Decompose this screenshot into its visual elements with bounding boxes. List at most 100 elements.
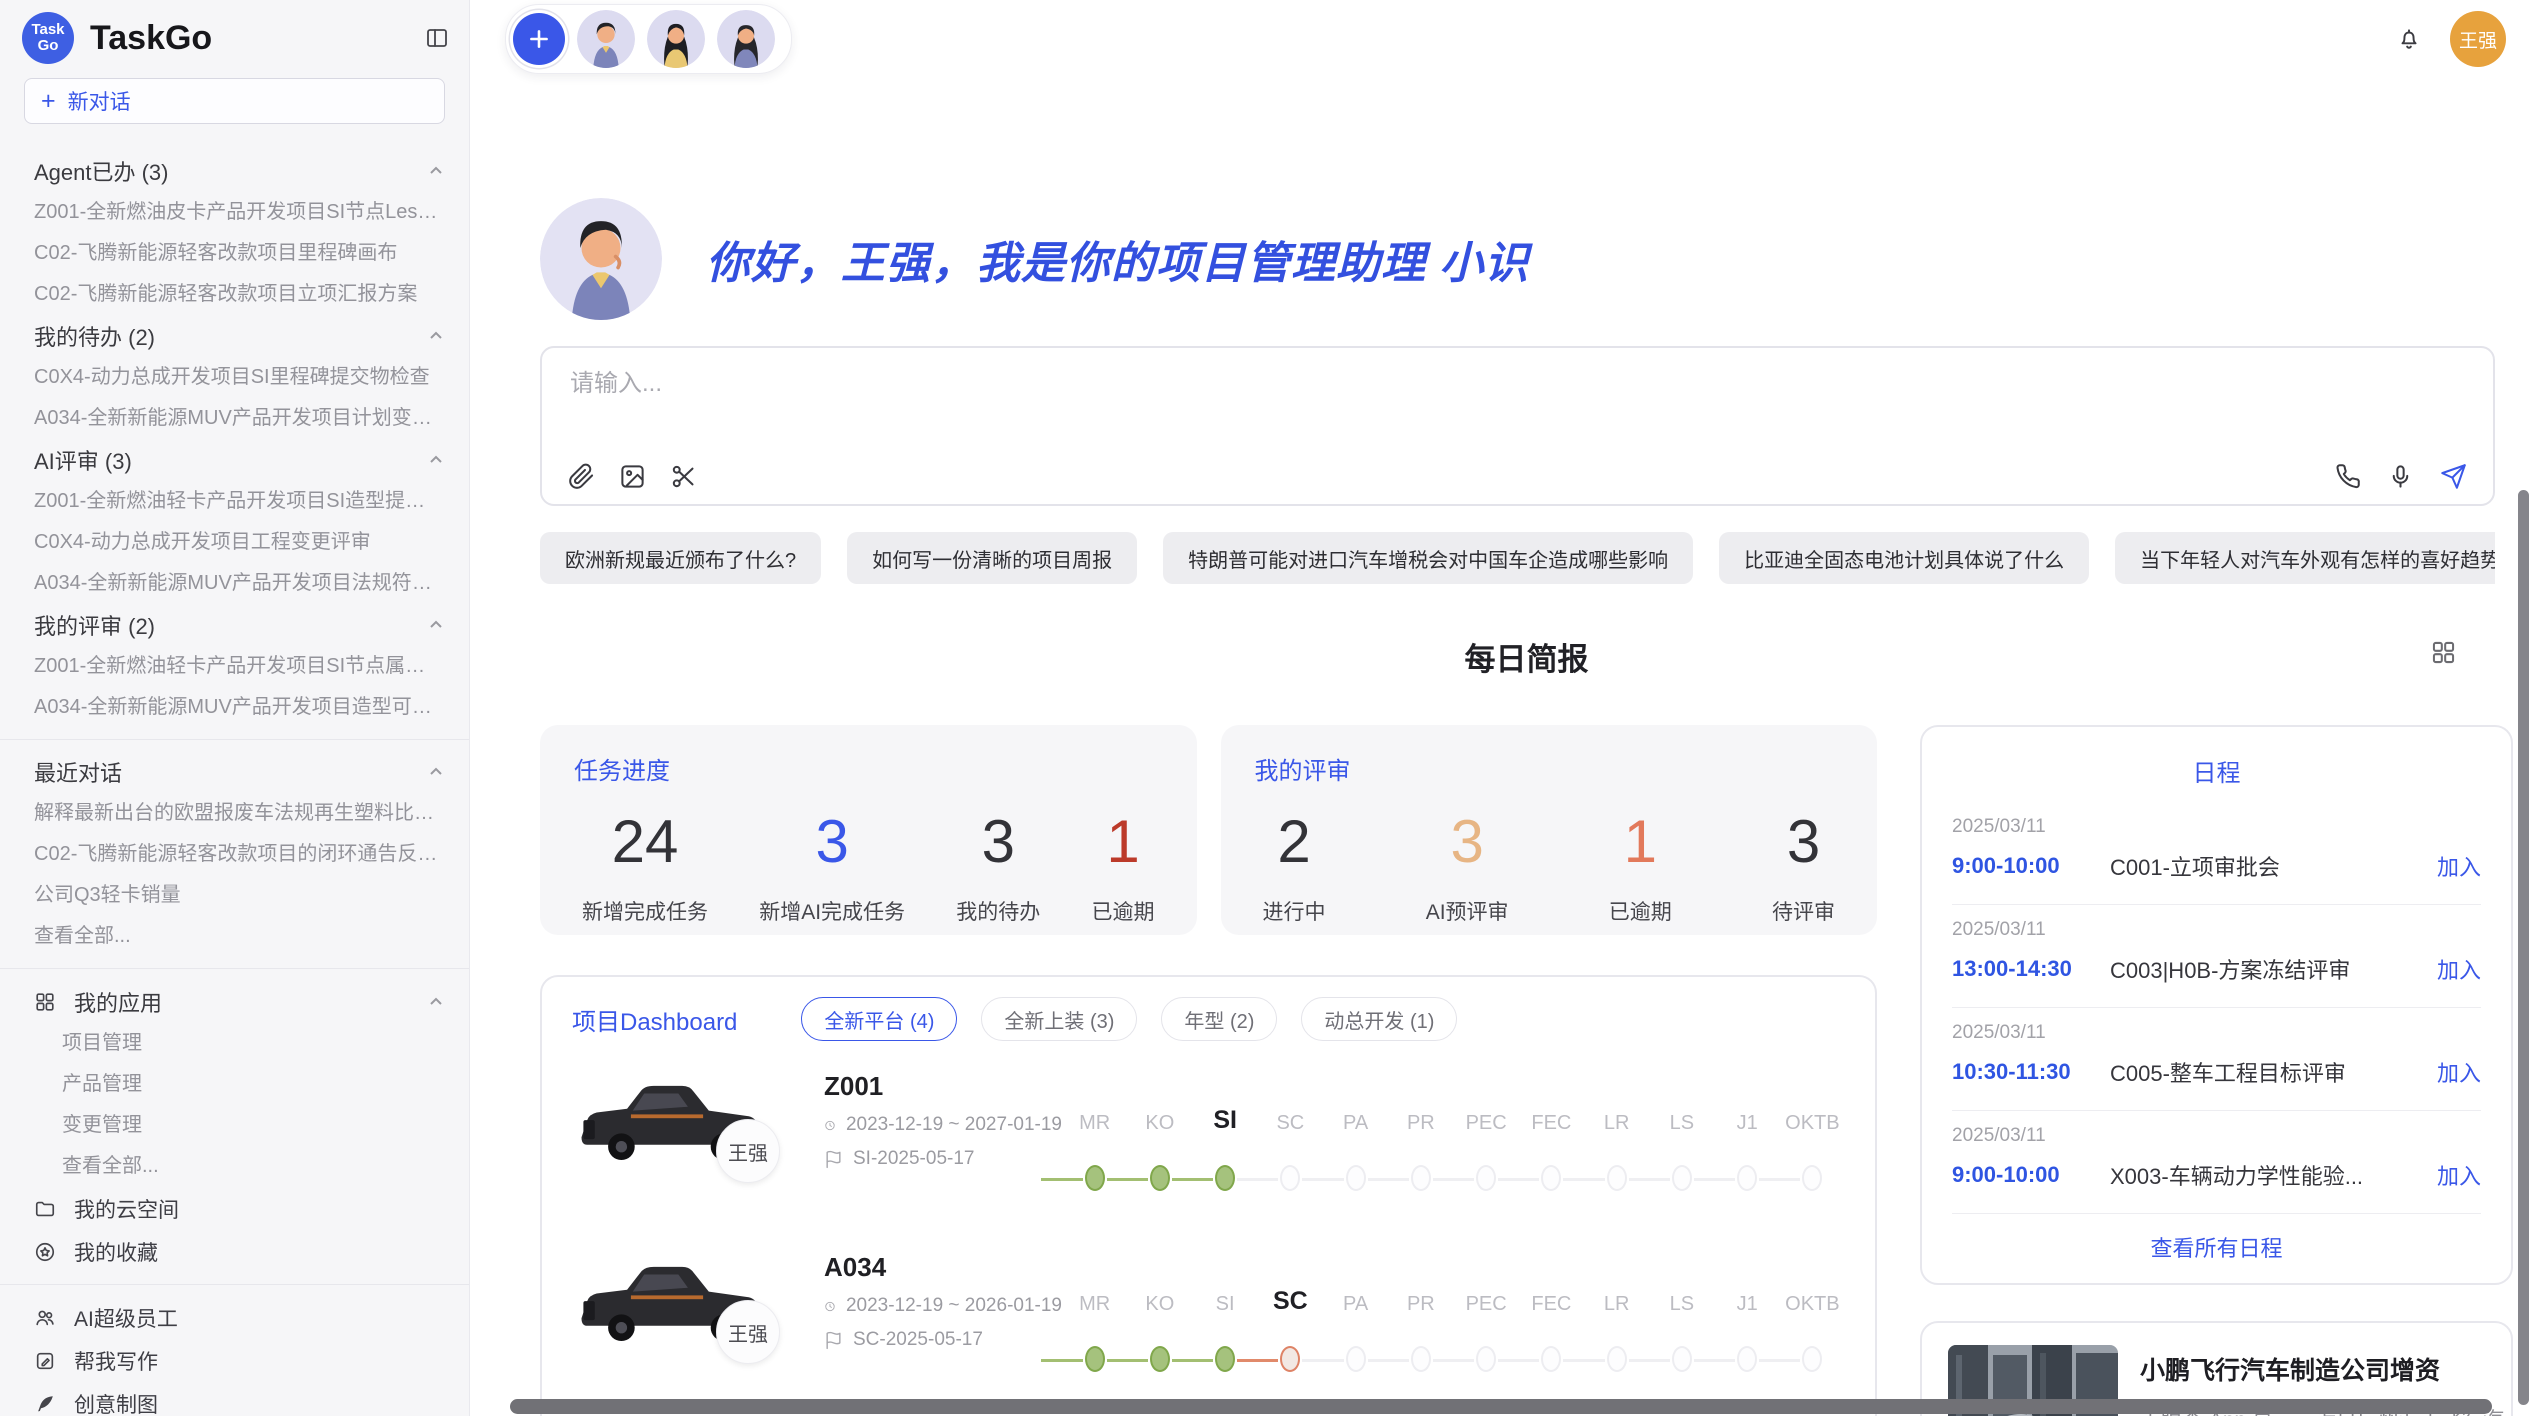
- milestone-label: FEC: [1531, 1286, 1571, 1316]
- milestone-dot: [1085, 1165, 1105, 1191]
- sidebar-item-favorites[interactable]: 我的收藏: [0, 1230, 469, 1273]
- milestone-track: MR KO: [1062, 1286, 1845, 1372]
- dashboard-filter-tab[interactable]: 全新平台 (4): [801, 997, 957, 1041]
- sidebar-task-item[interactable]: C02-飞腾新能源轻客改款项目立项汇报方案: [0, 274, 469, 315]
- write-doc-icon: [34, 1350, 56, 1372]
- milestone-label: PEC: [1466, 1286, 1507, 1316]
- suggestion-chip[interactable]: 如何写一份清晰的项目周报: [847, 532, 1137, 584]
- schedule-meeting-name: C005-整车工程目标评审: [2110, 1056, 2425, 1088]
- recent-chat-item[interactable]: 解释最新出台的欧盟报废车法规再生塑料比例被调至15%...: [0, 793, 469, 834]
- sidebar-task-item[interactable]: C0X4-动力总成开发项目SI里程碑提交物检查: [0, 357, 469, 398]
- sidebar-section-title: Agent已办 (3): [34, 155, 427, 187]
- notification-bell-icon[interactable]: [2396, 26, 2422, 52]
- suggestion-chip[interactable]: 欧洲新规最近颁布了什么?: [540, 532, 821, 584]
- suggestion-chip[interactable]: 比亚迪全固态电池计划具体说了什么: [1719, 532, 2089, 584]
- add-session-button[interactable]: [513, 13, 565, 65]
- join-meeting-link[interactable]: 加入: [2437, 1159, 2481, 1191]
- horizontal-scrollbar[interactable]: [510, 1399, 2492, 1414]
- sidebar-task-item[interactable]: A034-全新新能源MUV产品开发项目法规符合性评审: [0, 563, 469, 604]
- recent-chat-item[interactable]: 公司Q3轻卡销量: [0, 875, 469, 916]
- sidebar-task-item[interactable]: A034-全新新能源MUV产品开发项目造型可行性评审: [0, 687, 469, 728]
- voice-call-button[interactable]: [2334, 463, 2361, 490]
- milestone-label: SC: [1276, 1105, 1304, 1135]
- metric: 1 已逾期: [1092, 812, 1155, 926]
- milestone-label: LR: [1604, 1286, 1630, 1316]
- milestone-dot: [1280, 1346, 1300, 1372]
- sidebar-item-ai-employee[interactable]: AI超级员工: [0, 1296, 469, 1339]
- sidebar-task-item[interactable]: A034-全新新能源MUV产品开发项目计划变更表编写: [0, 398, 469, 439]
- app-item[interactable]: 产品管理: [0, 1064, 469, 1105]
- suggestion-chip[interactable]: 当下年轻人对汽车外观有怎样的喜好趋势: [2115, 532, 2495, 584]
- chevron-up-icon: [427, 616, 445, 634]
- session-avatar-1[interactable]: [577, 10, 635, 68]
- sidebar-section-header[interactable]: Agent已办 (3): [0, 150, 469, 192]
- metric: 3 我的待办: [956, 812, 1040, 926]
- schedule-card: 日程 2025/03/11 9:00-10:00 C001-立项审批会 加入 2…: [1920, 725, 2513, 1285]
- sidebar-section-header[interactable]: 我的评审 (2): [0, 604, 469, 646]
- recent-chat-item[interactable]: C02-飞腾新能源轻客改款项目的闭环通告反馈情况: [0, 834, 469, 875]
- metric: 3 新增AI完成任务: [759, 812, 905, 926]
- app-item[interactable]: 查看全部...: [0, 1146, 469, 1187]
- sidebar-task-item[interactable]: Z001-全新燃油皮卡产品开发项目SI节点Lesson Learn报告: [0, 192, 469, 233]
- sidebar-item-cloud-space[interactable]: 我的云空间: [0, 1187, 469, 1230]
- vertical-scrollbar[interactable]: [2518, 490, 2529, 1405]
- app-item[interactable]: 变更管理: [0, 1105, 469, 1146]
- milestone-label: J1: [1737, 1286, 1758, 1316]
- ai-employee-label: AI超级员工: [74, 1303, 178, 1333]
- project-owner-badge: 王强: [716, 1119, 780, 1183]
- project-row[interactable]: 王强 A034 2023-12-19 ~ 2026-01-19: [572, 1246, 1845, 1372]
- microphone-button[interactable]: [2387, 463, 2414, 490]
- join-meeting-link[interactable]: 加入: [2437, 1056, 2481, 1088]
- send-button[interactable]: [2440, 463, 2467, 490]
- dashboard-filter-tab[interactable]: 年型 (2): [1161, 997, 1277, 1041]
- image-icon: [619, 463, 646, 490]
- screenshot-button[interactable]: [670, 463, 697, 490]
- sidebar-item-help-write[interactable]: 帮我写作: [0, 1339, 469, 1382]
- milestone-label: MR: [1079, 1286, 1110, 1316]
- sidebar-section-header[interactable]: 我的待办 (2): [0, 315, 469, 357]
- sidebar-section-header-recent[interactable]: 最近对话: [0, 751, 469, 793]
- layout-grid-icon[interactable]: [2430, 639, 2457, 666]
- metric: 3 AI预评审: [1426, 812, 1509, 926]
- project-media: 王强: [572, 1246, 762, 1351]
- suggestion-chip[interactable]: 特朗普可能对进口汽车增税会对中国车企造成哪些影响: [1163, 532, 1693, 584]
- session-avatar-3[interactable]: [717, 10, 775, 68]
- metric-label: 新增AI完成任务: [759, 896, 905, 926]
- sidebar-task-item[interactable]: C0X4-动力总成开发项目工程变更评审: [0, 522, 469, 563]
- milestone-label: OKTB: [1785, 1286, 1839, 1316]
- schedule-item: 2025/03/11 9:00-10:00 C001-立项审批会 加入: [1952, 802, 2481, 905]
- user-avatar[interactable]: 王强: [2450, 11, 2506, 67]
- phone-icon: [2334, 463, 2361, 490]
- join-meeting-link[interactable]: 加入: [2437, 850, 2481, 882]
- image-upload-button[interactable]: [619, 463, 646, 490]
- schedule-list: 2025/03/11 9:00-10:00 C001-立项审批会 加入 2025…: [1952, 802, 2481, 1215]
- dashboard-filter-tab[interactable]: 动总开发 (1): [1301, 997, 1457, 1041]
- join-meeting-link[interactable]: 加入: [2437, 953, 2481, 985]
- attachment-button[interactable]: [568, 463, 595, 490]
- plus-icon: +: [41, 89, 56, 114]
- sidebar-task-item[interactable]: Z001-全新燃油轻卡产品开发项目SI节点属性5D文件评审: [0, 646, 469, 687]
- chat-input[interactable]: [570, 370, 2465, 398]
- dashboard-filter-tab[interactable]: 全新上装 (3): [981, 997, 1137, 1041]
- input-tools-left: [568, 463, 697, 490]
- milestone-label: FEC: [1531, 1105, 1571, 1135]
- view-all-schedule-link[interactable]: 查看所有日程: [1952, 1215, 2481, 1269]
- new-chat-button[interactable]: + 新对话: [24, 78, 445, 124]
- sidebar-header: Task Go TaskGo: [0, 0, 469, 64]
- milestone-dot: [1672, 1346, 1692, 1372]
- milestone-dot: [1085, 1346, 1105, 1372]
- app-item[interactable]: 项目管理: [0, 1023, 469, 1064]
- send-icon: [2440, 463, 2467, 490]
- metric-value: 24: [582, 812, 708, 872]
- sidebar-item-my-apps[interactable]: 我的应用: [0, 980, 469, 1023]
- briefing-title: 每日简报: [1465, 634, 1589, 679]
- sidebar-task-item[interactable]: Z001-全新燃油轻卡产品开发项目SI造型提交物评审: [0, 481, 469, 522]
- project-row[interactable]: 王强 Z001 2023-12-19 ~ 2027-01-19: [572, 1065, 1845, 1191]
- session-avatar-2[interactable]: [647, 10, 705, 68]
- milestone-dot: [1476, 1165, 1496, 1191]
- sidebar-item-creative-draw[interactable]: 创意制图: [0, 1382, 469, 1425]
- sidebar-collapse-icon[interactable]: [425, 26, 449, 50]
- sidebar-section-header[interactable]: AI评审 (3): [0, 439, 469, 481]
- recent-chats-view-all[interactable]: 查看全部...: [0, 916, 469, 957]
- sidebar-task-item[interactable]: C02-飞腾新能源轻客改款项目里程碑画布: [0, 233, 469, 274]
